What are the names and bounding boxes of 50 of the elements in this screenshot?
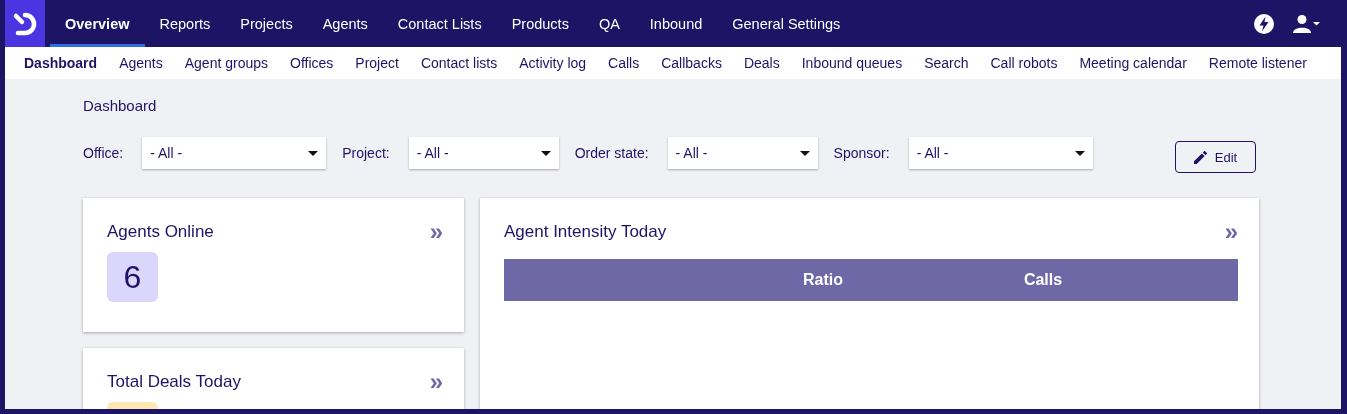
filter-dropdown[interactable]: - All - [408,137,559,169]
pencil-icon [1193,150,1207,164]
subnav-link[interactable]: Agents [108,55,174,71]
column-header: Ratio [802,271,844,289]
filter-dropdown[interactable]: - All - [667,137,818,169]
filter-label: Project: [342,145,390,161]
subnav-link[interactable]: Search [913,55,980,71]
subnav-link[interactable]: Deals [732,55,791,71]
subnav-link[interactable]: Calls [597,55,651,71]
nav-tab[interactable]: Agents [307,0,383,47]
subnav-link[interactable]: Activity log [508,55,598,71]
nav-tab[interactable]: Projects [225,0,308,47]
dropdown-caret-icon [799,150,810,156]
logo-icon[interactable] [5,0,45,47]
nav-tab[interactable]: Contact Lists [382,0,497,47]
filter-label: Office: [83,145,124,161]
card-title: Total Deals Today [107,372,241,392]
filter-dropdown[interactable]: - All - [142,137,327,169]
subnav-link[interactable]: Inbound queues [790,55,914,71]
nav-tab[interactable]: Inbound [634,0,718,47]
nav-tab[interactable]: Reports [144,0,226,47]
expand-link[interactable]: » [429,370,443,394]
value-badge: 6 [107,252,158,302]
dropdown-caret-icon [1074,150,1085,156]
subnav-link[interactable]: Project [344,55,410,71]
subnav-link[interactable]: Meeting calendar [1068,55,1198,71]
dropdown-caret-icon [308,150,319,156]
lightning-icon[interactable] [1253,12,1275,35]
expand-link[interactable]: » [429,220,443,244]
nav-tab[interactable]: General Settings [717,0,856,47]
filter-label: Sponsor: [833,145,890,161]
nav-tab[interactable]: QA [583,0,635,47]
subnav-link[interactable]: Callbacks [650,55,733,71]
subnav-link[interactable]: Offices [279,55,345,71]
page-title: Dashboard [83,97,158,114]
column-header: Calls [1022,271,1064,289]
filter-label: Order state: [574,145,649,161]
dropdown-caret-icon [540,150,551,156]
nav-tab[interactable]: Products [496,0,584,47]
card-title: Agents Online [107,222,214,242]
filter-dropdown[interactable]: - All - [908,137,1093,169]
subnav-link[interactable]: Call robots [979,55,1069,71]
subnav-link[interactable]: Dashboard [24,55,109,71]
expand-link[interactable]: » [1224,220,1238,244]
user-menu-icon[interactable] [1293,13,1321,34]
subnav-link[interactable]: Remote listener [1197,55,1318,71]
edit-button[interactable]: Edit [1175,141,1256,173]
subnav-link[interactable]: Agent groups [173,55,279,71]
subnav-link[interactable]: Contact lists [409,55,509,71]
card-title: Agent Intensity Today [504,222,667,242]
